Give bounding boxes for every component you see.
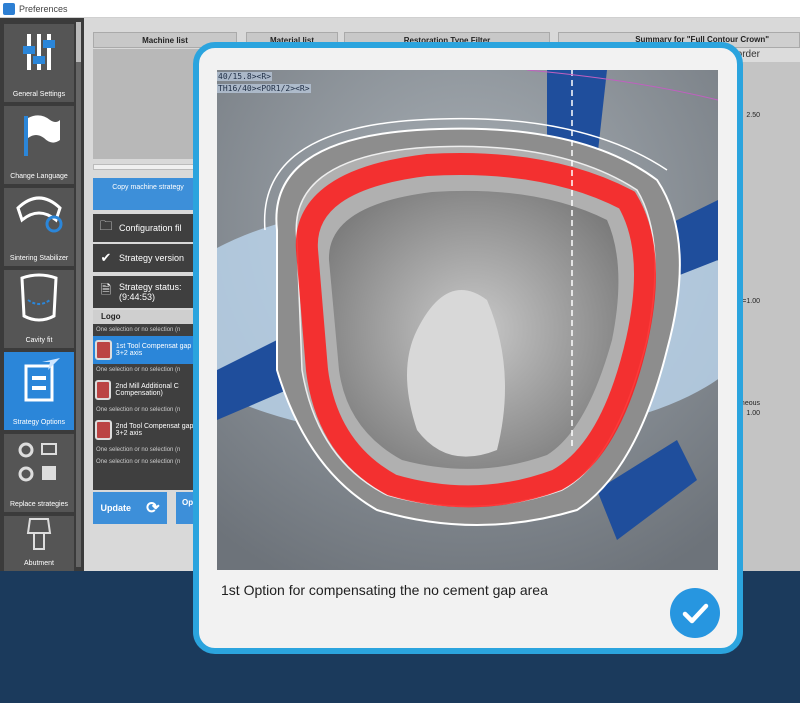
strategy-version-row: ✔ Strategy version bbox=[93, 244, 203, 272]
list-item[interactable]: One selection or no selection (n bbox=[93, 456, 203, 468]
document-search-icon: 🗎 bbox=[100, 282, 112, 297]
popup-caption: 1st Option for compensating the no cemen… bbox=[221, 582, 548, 598]
replace-icon bbox=[4, 434, 74, 501]
sidebar-item-label: Strategy Options bbox=[12, 419, 66, 426]
list-item[interactable]: 2nd Tool Compensat gap - 3+2 axis bbox=[93, 416, 203, 444]
sidebar-item-label: Abutment bbox=[24, 560, 54, 567]
denture-icon bbox=[4, 188, 74, 255]
machine-list[interactable] bbox=[93, 49, 203, 159]
flag-icon bbox=[4, 106, 74, 173]
tooth-icon bbox=[4, 270, 74, 337]
configuration-row[interactable]: 🗀 Configuration fil bbox=[93, 214, 203, 242]
list-item[interactable]: 1st Tool Compensat gap - 3+2 axis bbox=[93, 336, 203, 364]
checkmark-icon[interactable] bbox=[670, 588, 720, 638]
list-item[interactable]: 2nd Mill Additional C Compensation) bbox=[93, 376, 203, 404]
folder-icon: 🗀 bbox=[99, 218, 113, 233]
tooltip-card: 40/15.8><R> TH16/40><POR1/2><R> 1st Opti… bbox=[193, 42, 743, 654]
machine-list-scrollbar[interactable] bbox=[93, 164, 203, 170]
sidebar-scrollbar[interactable] bbox=[76, 22, 81, 567]
strategy-thumbnail bbox=[95, 340, 112, 360]
strategy-list-header: Logo bbox=[93, 310, 203, 324]
list-item[interactable]: One selection or no selection (n bbox=[93, 364, 203, 376]
strategy-thumbnail bbox=[95, 420, 112, 440]
list-item[interactable]: One selection or no selection (n bbox=[93, 444, 203, 456]
sidebar-item-label: Replace strategies bbox=[10, 501, 68, 508]
crown-3d-preview: 40/15.8><R> TH16/40><POR1/2><R> bbox=[217, 70, 718, 570]
sidebar-item-change-language[interactable]: Change Language bbox=[4, 106, 74, 184]
toolpath-code-line-2: TH16/40><POR1/2><R> bbox=[217, 84, 311, 93]
update-button[interactable]: Update ⟳ bbox=[93, 492, 167, 524]
strategy-icon bbox=[4, 352, 74, 419]
abutment-icon bbox=[4, 515, 74, 560]
strategy-thumbnail bbox=[95, 380, 112, 400]
sidebar-item-sintering-stabilizer[interactable]: Sintering Stabilizer bbox=[4, 188, 74, 266]
sidebar-item-cavity-fit[interactable]: Cavity fit bbox=[4, 270, 74, 348]
sidebar-item-label: Cavity fit bbox=[25, 337, 53, 344]
copy-machine-strategy-button[interactable]: Copy machine strategy bbox=[93, 178, 203, 210]
list-item[interactable]: One selection or no selection (n bbox=[93, 324, 203, 336]
toolpath-code-line-1: 40/15.8><R> bbox=[217, 72, 272, 81]
list-item[interactable]: One selection or no selection (n bbox=[93, 404, 203, 416]
sidebar-item-label: Change Language bbox=[10, 173, 68, 180]
app-icon bbox=[3, 2, 15, 15]
sidebar-item-strategy-options[interactable]: Strategy Options bbox=[4, 352, 74, 430]
window-title: Preferences bbox=[19, 3, 68, 14]
sidebar-item-label: Sintering Stabilizer bbox=[9, 255, 69, 262]
strategy-status-row: 🗎 Strategy status: (9:44:53) bbox=[93, 276, 203, 308]
sidebar-item-abutment[interactable]: Abutment bbox=[4, 516, 74, 571]
title-bar: Preferences bbox=[0, 0, 800, 18]
sliders-icon bbox=[4, 24, 74, 91]
sidebar-item-label: General Settings bbox=[12, 91, 66, 98]
sidebar: General Settings Change Language Sinteri… bbox=[0, 18, 84, 571]
strategy-list: Logo One selection or no selection (n 1s… bbox=[93, 310, 203, 490]
check-circle-icon: ✔ bbox=[100, 250, 112, 265]
sidebar-item-general-settings[interactable]: General Settings bbox=[4, 24, 74, 102]
refresh-icon: ⟳ bbox=[146, 500, 160, 517]
sidebar-item-replace-strategies[interactable]: Replace strategies bbox=[4, 434, 74, 512]
